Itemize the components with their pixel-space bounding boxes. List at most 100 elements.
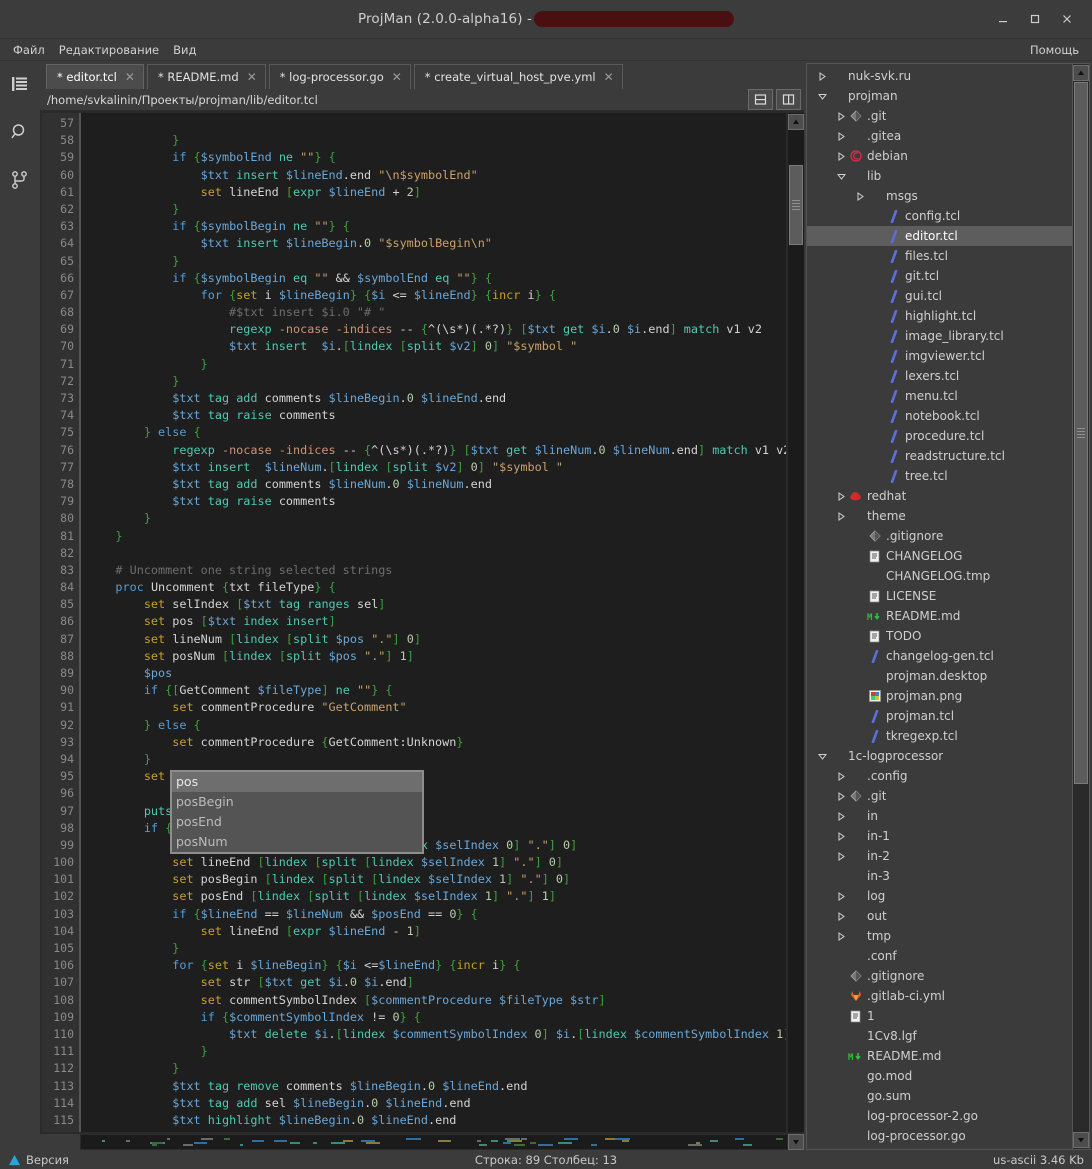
scroll-up-icon[interactable]: [1073, 65, 1089, 81]
tree-item-projman-desktop[interactable]: projman.desktop: [807, 666, 1072, 686]
chevron-right-icon[interactable]: [834, 931, 848, 941]
tree-item-gitlab-ci-yml[interactable]: .gitlab-ci.yml: [807, 986, 1072, 1006]
tree-item-out[interactable]: out: [807, 906, 1072, 926]
tree-item-gitignore[interactable]: .gitignore: [807, 526, 1072, 546]
tree-item-todo[interactable]: TODO: [807, 626, 1072, 646]
tree-vertical-scrollbar[interactable]: [1072, 64, 1089, 1149]
editor-horizontal-scrollbar[interactable]: [80, 1134, 788, 1150]
tree-item-git-tcl[interactable]: git.tcl: [807, 266, 1072, 286]
tree-item-log-processor-2-go[interactable]: log-processor-2.go: [807, 1106, 1072, 1126]
editor-vertical-scrollbar[interactable]: [786, 113, 804, 1132]
tree-item-in[interactable]: in: [807, 806, 1072, 826]
tree-scroll-thumb[interactable]: [1074, 82, 1088, 784]
tree-item-git[interactable]: .git: [807, 786, 1072, 806]
tab-editor-tcl[interactable]: * editor.tcl ✕: [46, 64, 144, 89]
tree-item-lexers-tcl[interactable]: lexers.tcl: [807, 366, 1072, 386]
minimize-button[interactable]: [988, 6, 1018, 32]
tab-create-virtual-host-pve-yml[interactable]: * create_virtual_host_pve.yml ✕: [413, 64, 623, 89]
tree-item-config-tcl[interactable]: config.tcl: [807, 206, 1072, 226]
chevron-right-icon[interactable]: [834, 131, 848, 141]
tree-item-go-mod[interactable]: go.mod: [807, 1066, 1072, 1086]
menu-edit[interactable]: Редактирование: [52, 41, 166, 59]
chevron-right-icon[interactable]: [834, 111, 848, 121]
tree-item-config[interactable]: .config: [807, 766, 1072, 786]
tree-item-projman-png[interactable]: projman.png: [807, 686, 1072, 706]
autocomplete-item[interactable]: posBegin: [172, 792, 422, 812]
tree-item-1cv8-lgf[interactable]: 1Cv8.lgf: [807, 1026, 1072, 1046]
maximize-button[interactable]: [1020, 6, 1050, 32]
chevron-right-icon[interactable]: [834, 151, 848, 161]
close-icon[interactable]: ✕: [247, 71, 257, 83]
activity-git[interactable]: [7, 167, 33, 193]
tree-item-menu-tcl[interactable]: menu.tcl: [807, 386, 1072, 406]
tree-item-readstructure-tcl[interactable]: readstructure.tcl: [807, 446, 1072, 466]
tree-item-log-processor-go[interactable]: log-processor.go: [807, 1126, 1072, 1146]
tree-item-projman-tcl[interactable]: projman.tcl: [807, 706, 1072, 726]
project-tree[interactable]: nuk-svk.ru projman .git .gitea debian lib msgs…: [806, 63, 1090, 1150]
tree-item-procedure-tcl[interactable]: procedure.tcl: [807, 426, 1072, 446]
tree-item-nuk-svk-ru[interactable]: nuk-svk.ru: [807, 66, 1072, 86]
chevron-right-icon[interactable]: [815, 71, 829, 81]
activity-search[interactable]: [7, 119, 33, 145]
tree-item-theme[interactable]: theme: [807, 506, 1072, 526]
chevron-right-icon[interactable]: [834, 891, 848, 901]
tree-item-go-sum[interactable]: go.sum: [807, 1086, 1072, 1106]
menu-help[interactable]: Помощь: [1023, 41, 1086, 59]
chevron-down-icon[interactable]: [815, 752, 829, 761]
scroll-down-icon[interactable]: [788, 1134, 804, 1150]
menu-view[interactable]: Вид: [166, 41, 203, 59]
code-editor[interactable]: 57 58 59 60 61 62 63 64 65 66 67 68 69 70 71 72 73 74 75 76…: [40, 111, 804, 1134]
chevron-down-icon[interactable]: [815, 92, 829, 101]
tree-item-gitignore[interactable]: .gitignore: [807, 966, 1072, 986]
close-icon[interactable]: ✕: [125, 71, 135, 83]
autocomplete-item[interactable]: posEnd: [172, 812, 422, 832]
split-vertical-button[interactable]: [776, 89, 801, 110]
close-icon[interactable]: ✕: [604, 71, 614, 83]
tree-item-license[interactable]: LICENSE: [807, 586, 1072, 606]
tree-item-editor-tcl[interactable]: editor.tcl: [807, 226, 1072, 246]
chevron-right-icon[interactable]: [834, 511, 848, 521]
tree-item-msgs[interactable]: msgs: [807, 186, 1072, 206]
scroll-down-icon[interactable]: [1073, 1132, 1089, 1148]
tree-item-redhat[interactable]: redhat: [807, 486, 1072, 506]
tree-item-changelog[interactable]: CHANGELOG: [807, 546, 1072, 566]
autocomplete-item[interactable]: pos: [172, 772, 422, 792]
menu-file[interactable]: Файл: [6, 41, 52, 59]
chevron-right-icon[interactable]: [834, 791, 848, 801]
chevron-right-icon[interactable]: [853, 191, 867, 201]
scroll-up-icon[interactable]: [788, 114, 804, 130]
tree-item-readme-md[interactable]: M README.md: [807, 606, 1072, 626]
tree-item-lib[interactable]: lib: [807, 166, 1072, 186]
activity-explorer[interactable]: [7, 71, 33, 97]
tree-item-tkregexp-tcl[interactable]: tkregexp.tcl: [807, 726, 1072, 746]
autocomplete-item[interactable]: posNum: [172, 832, 422, 852]
tree-item-readme-md[interactable]: M README.md: [807, 1046, 1072, 1066]
project-tree-list[interactable]: nuk-svk.ru projman .git .gitea debian lib msgs…: [807, 64, 1072, 1149]
tree-item-conf[interactable]: .conf: [807, 946, 1072, 966]
tree-item-gitea[interactable]: .gitea: [807, 126, 1072, 146]
tree-item-notebook-tcl[interactable]: notebook.tcl: [807, 406, 1072, 426]
tree-item-imgviewer-tcl[interactable]: imgviewer.tcl: [807, 346, 1072, 366]
tree-item-git[interactable]: .git: [807, 106, 1072, 126]
chevron-right-icon[interactable]: [834, 851, 848, 861]
tree-item-1[interactable]: 1: [807, 1006, 1072, 1026]
close-icon[interactable]: ✕: [392, 71, 402, 83]
tree-item-gui-tcl[interactable]: gui.tcl: [807, 286, 1072, 306]
tree-item-in-1[interactable]: in-1: [807, 826, 1072, 846]
tree-item-highlight-tcl[interactable]: highlight.tcl: [807, 306, 1072, 326]
tree-item-in-2[interactable]: in-2: [807, 846, 1072, 866]
tree-item-files-tcl[interactable]: files.tcl: [807, 246, 1072, 266]
chevron-down-icon[interactable]: [834, 172, 848, 181]
chevron-right-icon[interactable]: [834, 811, 848, 821]
chevron-right-icon[interactable]: [834, 771, 848, 781]
tree-item-image-library-tcl[interactable]: image_library.tcl: [807, 326, 1072, 346]
code-text[interactable]: } if {$symbolEnd ne ""} { $txt insert $l…: [81, 113, 786, 1132]
chevron-right-icon[interactable]: [834, 911, 848, 921]
tree-item-in-3[interactable]: in-3: [807, 866, 1072, 886]
tab-log-processor-go[interactable]: * log-processor.go ✕: [268, 64, 411, 89]
tab-readme-md[interactable]: * README.md ✕: [146, 64, 266, 89]
tree-item-projman[interactable]: projman: [807, 86, 1072, 106]
close-button[interactable]: [1052, 6, 1082, 32]
split-horizontal-button[interactable]: [748, 89, 773, 110]
tree-item-debian[interactable]: debian: [807, 146, 1072, 166]
